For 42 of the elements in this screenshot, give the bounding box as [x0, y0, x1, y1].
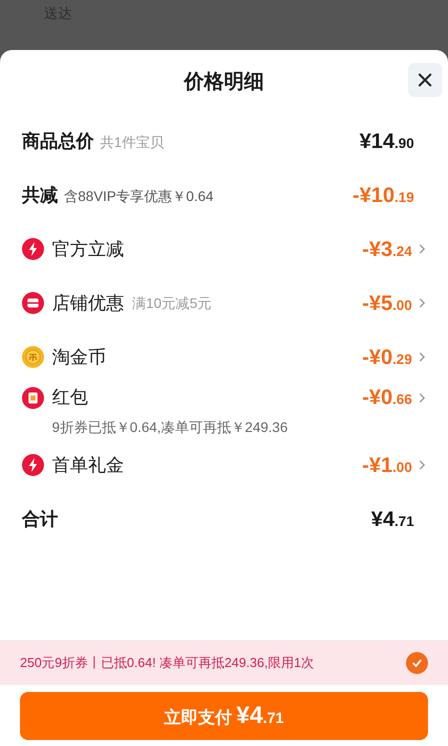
summary-note: 共1件宝贝 — [100, 132, 164, 152]
coupon-banner[interactable]: 250元9折券丨已抵0.64! 凑单可再抵249.36,限用1次 — [0, 640, 448, 685]
lightning-icon — [22, 238, 44, 260]
discount-label: 店铺优惠 — [52, 292, 124, 314]
chevron-right-icon — [418, 297, 426, 309]
chevron-right-icon — [418, 392, 426, 404]
discount-row[interactable]: 红包 -¥0.66 9折券已抵￥0.64,凑单可再抵￥249.36 — [22, 384, 426, 438]
close-button[interactable] — [408, 63, 442, 97]
discount-row[interactable]: 官方立减 -¥3.24 — [22, 222, 426, 276]
summary-label: 商品总价 — [22, 130, 94, 152]
discount-note: 满10元减5元 — [132, 294, 212, 312]
shop-icon — [22, 292, 44, 314]
discount-detail: 9折券已抵￥0.64,凑单可再抵￥249.36 — [51, 418, 289, 437]
summary-amount: ¥14.90 — [359, 130, 414, 152]
close-icon — [417, 72, 433, 88]
discount-amount: -¥0.66 — [362, 387, 412, 408]
discount-label: 红包 — [52, 386, 88, 409]
check-icon — [411, 656, 423, 668]
discount-amount: -¥5.00 — [362, 292, 412, 314]
total-amount: ¥4.71 — [371, 508, 414, 530]
summary-label: 共减 — [22, 184, 58, 206]
coupon-text: 250元9折券丨已抵0.64! 凑单可再抵249.36,限用1次 — [20, 654, 314, 672]
coupon-checkbox[interactable] — [406, 652, 428, 674]
coin-icon — [22, 346, 44, 368]
sheet-title: 价格明细 — [184, 70, 264, 95]
discount-row[interactable]: 店铺优惠 满10元减5元 -¥5.00 — [22, 276, 426, 330]
chevron-right-icon — [418, 459, 426, 471]
lightning-icon — [22, 454, 44, 476]
discount-row[interactable]: 淘金币 -¥0.29 — [22, 330, 426, 384]
discount-label: 淘金币 — [52, 346, 106, 368]
summary-amount: -¥10.19 — [352, 184, 414, 206]
discount-label: 官方立减 — [52, 238, 124, 260]
total-label: 合计 — [22, 508, 58, 530]
chevron-right-icon — [418, 351, 426, 363]
summary-note: 含88VIP专享优惠￥0.64 — [64, 186, 214, 206]
chevron-right-icon — [418, 243, 426, 255]
discount-label: 首单礼金 — [52, 454, 124, 476]
envelope-icon — [22, 386, 44, 408]
discount-amount: -¥1.00 — [362, 454, 412, 476]
discount-row[interactable]: 首单礼金 -¥1.00 — [22, 438, 426, 492]
discount-amount: -¥0.29 — [362, 346, 412, 368]
discount-amount: -¥3.24 — [362, 238, 412, 260]
